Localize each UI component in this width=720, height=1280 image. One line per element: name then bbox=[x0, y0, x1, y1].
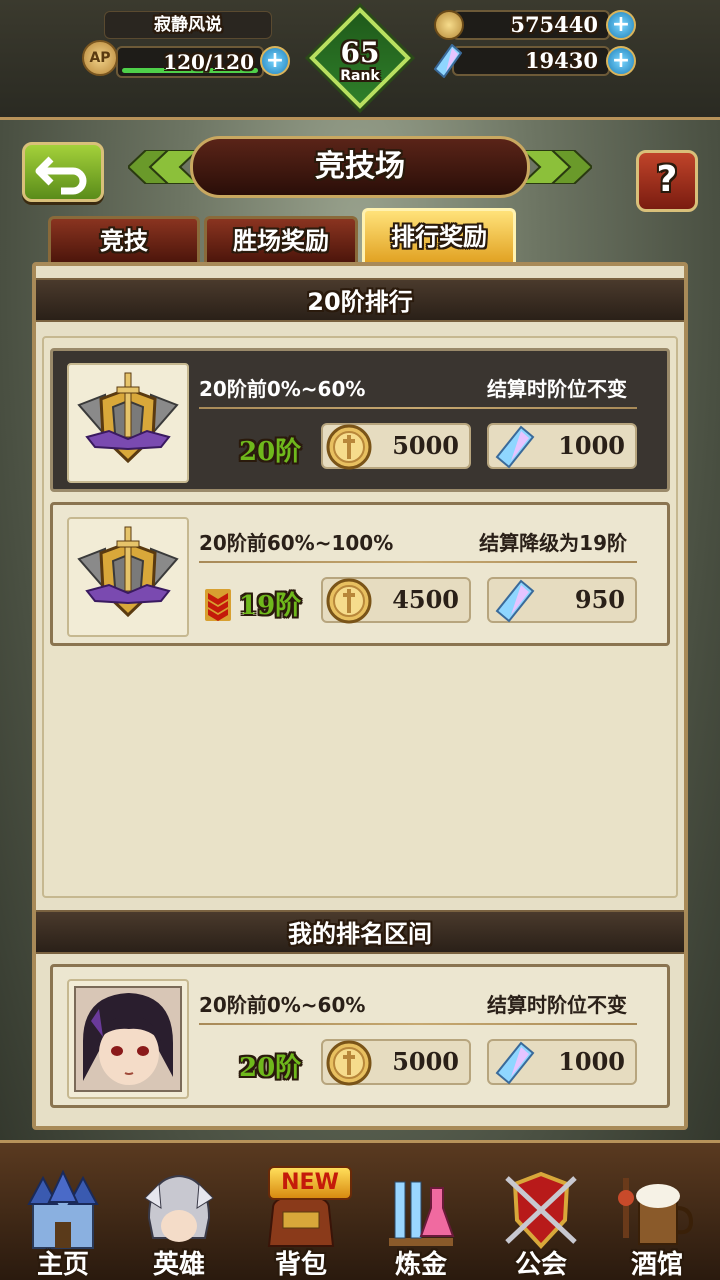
gold-amount: 575440 bbox=[452, 10, 610, 40]
row-divider bbox=[199, 561, 637, 563]
crystal-icon bbox=[434, 44, 462, 78]
add-ap-button[interactable]: + bbox=[260, 46, 290, 76]
gold-coin-icon bbox=[326, 578, 372, 624]
rank-range: 20阶前0%~60% bbox=[199, 377, 366, 401]
help-button[interactable]: ? bbox=[636, 150, 698, 212]
gold-reward: 5000 bbox=[321, 423, 471, 470]
demote-chevron-icon bbox=[205, 589, 231, 621]
crystal-amount: 1000 bbox=[558, 431, 625, 460]
nav-label: 公会 bbox=[514, 1250, 567, 1280]
gold-coin-icon bbox=[434, 10, 464, 40]
nav-guild[interactable]: 公会 bbox=[486, 1150, 596, 1280]
crystal-icon bbox=[495, 425, 535, 469]
tier-label: 20阶 bbox=[239, 1053, 302, 1083]
crystal-icon bbox=[495, 1041, 535, 1085]
nav-alchemy[interactable]: 炼金 bbox=[366, 1150, 476, 1280]
hero-helmet-icon bbox=[144, 1174, 214, 1242]
player-name: 寂静风说 bbox=[104, 11, 272, 39]
tavern-mug-icon bbox=[618, 1178, 694, 1245]
my-rank-row: 20阶前0%~60% 结算时阶位不变 20阶 5000 1000 bbox=[50, 964, 670, 1108]
tab-rank-rewards[interactable]: 排行奖励 bbox=[362, 208, 516, 264]
page-title: 竞技场 bbox=[190, 136, 530, 198]
nav-label: 炼金 bbox=[394, 1250, 447, 1280]
crystal-amount: 950 bbox=[574, 585, 625, 614]
gold-reward: 4500 bbox=[321, 577, 471, 624]
title-right-ornament-icon bbox=[522, 150, 592, 184]
ap-value: 120/120 bbox=[163, 50, 254, 74]
back-arrow-icon bbox=[35, 156, 87, 195]
gold-amount: 4500 bbox=[392, 585, 459, 614]
gold-reward: 5000 bbox=[321, 1039, 471, 1086]
title-left-ornament-icon bbox=[128, 150, 198, 184]
back-button[interactable] bbox=[22, 142, 104, 202]
guild-shield-icon bbox=[505, 1171, 577, 1249]
settlement-note: 结算降级为19阶 bbox=[479, 531, 627, 555]
crystal-reward: 1000 bbox=[487, 1039, 637, 1085]
tier-ranking-header: 20阶排行 bbox=[36, 278, 684, 322]
nav-label: 酒馆 bbox=[630, 1250, 683, 1280]
nav-label: 背包 bbox=[274, 1250, 327, 1280]
crystal-amount: 1000 bbox=[558, 1047, 625, 1076]
crystal-amount: 19430 bbox=[452, 46, 610, 76]
crystal-reward: 950 bbox=[487, 577, 637, 623]
castle-icon bbox=[27, 1169, 99, 1249]
add-gold-button[interactable]: + bbox=[606, 10, 636, 40]
gold-coin-icon bbox=[326, 424, 372, 470]
gold-amount: 5000 bbox=[392, 431, 459, 460]
row-divider bbox=[199, 407, 637, 409]
crystal-icon bbox=[495, 579, 535, 623]
add-crystal-button[interactable]: + bbox=[606, 46, 636, 76]
nav-heroes[interactable]: 英雄 bbox=[124, 1150, 234, 1280]
player-avatar bbox=[67, 979, 189, 1099]
settlement-note: 结算时阶位不变 bbox=[487, 993, 627, 1017]
alchemy-flask-icon bbox=[389, 1181, 455, 1246]
rank-range: 20阶前0%~60% bbox=[199, 993, 366, 1017]
tier-emblem bbox=[67, 363, 189, 483]
ap-icon: AP bbox=[82, 40, 118, 76]
rank-number: 65 bbox=[340, 36, 380, 69]
nav-home[interactable]: 主页 bbox=[8, 1150, 118, 1280]
tier-label: 20阶 bbox=[239, 437, 302, 467]
reward-row: 20阶前0%~60% 结算时阶位不变 20阶 5000 1000 bbox=[50, 348, 670, 492]
top-status-bar: 寂静风说 120/120 AP + 65 Rank 575440 + 19430… bbox=[0, 0, 720, 120]
avatar-portrait-icon bbox=[74, 986, 182, 1092]
rank-label: Rank bbox=[340, 68, 380, 84]
settlement-note: 结算时阶位不变 bbox=[487, 377, 627, 401]
my-rank-header: 我的排名区间 bbox=[36, 910, 684, 954]
reward-row: 20阶前60%~100% 结算降级为19阶 19阶 4500 950 bbox=[50, 502, 670, 646]
sword-shield-emblem-icon bbox=[77, 372, 179, 464]
tier-emblem bbox=[67, 517, 189, 637]
tier-label: 19阶 bbox=[239, 591, 302, 621]
row-divider bbox=[199, 1023, 637, 1025]
nav-label: 主页 bbox=[36, 1250, 89, 1280]
nav-label: 英雄 bbox=[152, 1250, 205, 1280]
tab-arena[interactable]: 竞技 bbox=[48, 216, 200, 264]
ap-bar: 120/120 bbox=[116, 46, 264, 78]
crystal-reward: 1000 bbox=[487, 423, 637, 469]
gold-coin-icon bbox=[326, 1040, 372, 1086]
nav-tavern[interactable]: 酒馆 bbox=[602, 1150, 712, 1280]
new-badge: NEW bbox=[268, 1166, 352, 1200]
sword-shield-emblem-icon bbox=[77, 526, 179, 618]
tab-win-rewards[interactable]: 胜场奖励 bbox=[204, 216, 358, 264]
rank-range: 20阶前60%~100% bbox=[199, 531, 394, 555]
gold-amount: 5000 bbox=[392, 1047, 459, 1076]
player-rank-badge: 65 Rank bbox=[309, 7, 411, 109]
